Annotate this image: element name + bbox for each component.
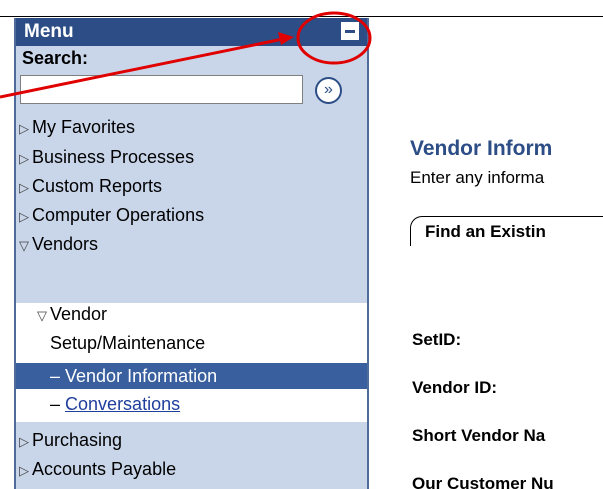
nav-item-accounts-payable[interactable]: ▷ Accounts Payable bbox=[16, 458, 367, 481]
nav-item-computer-operations[interactable]: ▷ Computer Operations bbox=[16, 204, 367, 227]
triangle-right-icon: ▷ bbox=[19, 209, 29, 224]
page-title: Vendor Inform bbox=[410, 137, 553, 160]
nav-item-label: My Favorites bbox=[32, 117, 136, 137]
our-customer-number-label: Our Customer Nu bbox=[412, 474, 554, 489]
page-description: Enter any informa bbox=[410, 168, 545, 187]
nav-item-label: – Vendor Information bbox=[50, 366, 218, 386]
nav-item-label: Accounts Payable bbox=[32, 459, 177, 479]
nav-item-label: Vendors bbox=[32, 234, 99, 254]
search-label: Search: bbox=[22, 48, 89, 68]
nav-item-vendor-setup[interactable]: ▽ Vendor bbox=[16, 303, 367, 326]
nav-item-label: Purchasing bbox=[32, 430, 123, 450]
conversations-link[interactable]: Conversations bbox=[65, 394, 180, 414]
nav-item-my-favorites[interactable]: ▷ My Favorites bbox=[16, 116, 367, 139]
top-divider bbox=[0, 16, 603, 17]
triangle-right-icon: ▷ bbox=[19, 463, 29, 478]
nav-item-label: Custom Reports bbox=[32, 176, 163, 196]
triangle-right-icon: ▷ bbox=[19, 434, 29, 449]
minus-icon bbox=[345, 30, 355, 33]
nav-item-business-processes[interactable]: ▷ Business Processes bbox=[16, 146, 367, 169]
double-chevron-right-icon: » bbox=[324, 81, 333, 98]
nav-item-label: Business Processes bbox=[32, 147, 195, 167]
menu-collapse-button[interactable] bbox=[341, 22, 359, 40]
nav-item-vendors[interactable]: ▽ Vendors bbox=[16, 233, 367, 256]
triangle-right-icon: ▷ bbox=[19, 151, 29, 166]
tab-find-existing[interactable]: Find an Existin bbox=[410, 216, 603, 246]
nav-item-label: Computer Operations bbox=[32, 205, 205, 225]
triangle-down-icon: ▽ bbox=[19, 238, 29, 253]
dash-prefix: – bbox=[50, 394, 61, 414]
nav-item-vendor-information[interactable]: – Vendor Information bbox=[16, 363, 367, 389]
tab-label: Find an Existin bbox=[425, 222, 546, 241]
page: Menu Search: » ▷ My Favorites ▷ Business P… bbox=[0, 0, 603, 489]
triangle-down-icon: ▽ bbox=[37, 308, 47, 323]
nav-item-conversations[interactable]: – Conversations bbox=[16, 393, 367, 416]
triangle-right-icon: ▷ bbox=[19, 180, 29, 195]
nav-item-label: Setup/Maintenance bbox=[50, 333, 206, 353]
search-go-button[interactable]: » bbox=[315, 77, 342, 104]
vendor-id-label: Vendor ID: bbox=[412, 378, 498, 397]
menu-title: Menu bbox=[24, 21, 74, 42]
menu-header: Menu bbox=[16, 18, 367, 46]
vendors-submenu: ▽ Vendor Setup/Maintenance – Vendor Infor… bbox=[16, 303, 367, 422]
short-vendor-name-label: Short Vendor Na bbox=[412, 426, 546, 445]
nav-item-custom-reports[interactable]: ▷ Custom Reports bbox=[16, 175, 367, 198]
triangle-right-icon: ▷ bbox=[19, 121, 29, 136]
menu-panel: Menu Search: » ▷ My Favorites ▷ Business P… bbox=[14, 18, 369, 489]
setid-label: SetID: bbox=[412, 330, 462, 349]
search-input[interactable] bbox=[20, 75, 303, 104]
nav-item-purchasing[interactable]: ▷ Purchasing bbox=[16, 429, 367, 452]
nav-item-vendor-setup-line2[interactable]: Setup/Maintenance bbox=[16, 332, 367, 355]
nav-item-label: Vendor bbox=[50, 304, 108, 324]
